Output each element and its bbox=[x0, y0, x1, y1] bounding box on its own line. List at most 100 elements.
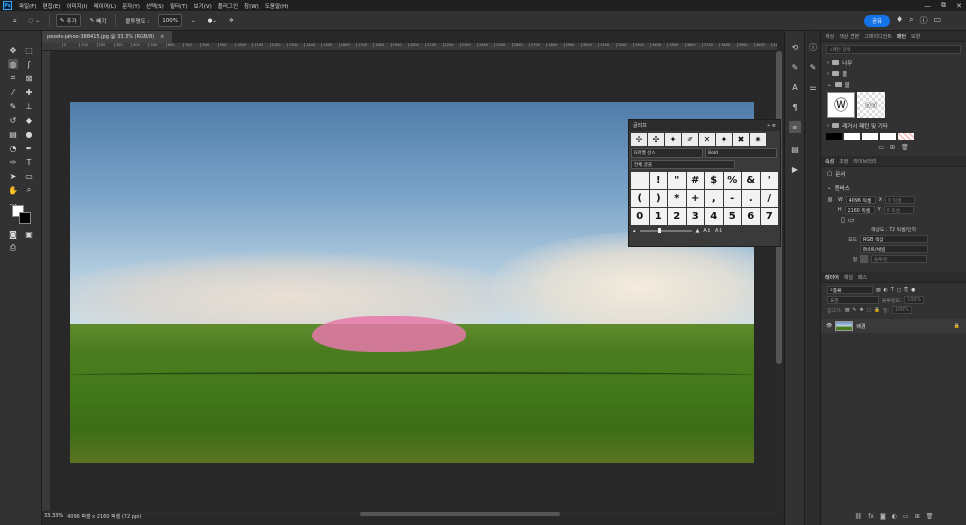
close-button[interactable]: ✕ bbox=[956, 2, 962, 10]
menu-image[interactable]: 이미지(I) bbox=[63, 2, 90, 10]
pattern-folder[interactable]: › 레거시 패턴 및 기타 bbox=[821, 120, 966, 131]
path-select-tool-icon[interactable]: ➤ bbox=[8, 171, 18, 181]
delete-layer-icon[interactable]: 🗑 bbox=[926, 513, 934, 520]
landscape-icon[interactable]: ▭ bbox=[848, 216, 855, 224]
glyph-cell[interactable]: 5 bbox=[723, 208, 741, 225]
height-field[interactable]: 2160 픽셀 bbox=[844, 206, 875, 214]
tab-color[interactable]: 색상 bbox=[825, 33, 834, 40]
new-pattern-icon[interactable]: ⊞ bbox=[890, 144, 895, 151]
lock-position-icon[interactable]: ✥ bbox=[859, 308, 863, 313]
menu-view[interactable]: 보기(V) bbox=[191, 2, 215, 10]
opacity-dropdown-icon[interactable]: ⌄ bbox=[188, 14, 199, 27]
move-tool-icon[interactable]: ✥ bbox=[8, 45, 18, 55]
tab-swatches[interactable]: 색상 견본 bbox=[839, 33, 859, 40]
document-tab[interactable]: pexels-jahoo-388415.jpg @ 33.3% (RGB/8) … bbox=[42, 31, 172, 43]
pen-alt-tool-icon[interactable]: ✑ bbox=[8, 157, 18, 167]
y-field[interactable]: 0 픽셀 bbox=[883, 206, 914, 214]
glyph-cell[interactable]: * bbox=[668, 190, 686, 207]
workspace-icon[interactable]: ▭ bbox=[934, 15, 942, 26]
zoom-tool-icon[interactable]: ⌕ bbox=[24, 185, 34, 195]
history-brush-tool-icon[interactable]: ↺ bbox=[8, 115, 18, 125]
opacity-field[interactable]: 100% bbox=[158, 14, 182, 27]
home-icon[interactable]: ⌂ bbox=[10, 14, 20, 27]
recent-glyph[interactable]: ✢ bbox=[631, 133, 647, 146]
healing-brush-tool-icon[interactable]: ✚ bbox=[24, 87, 34, 97]
screen-mode-icon[interactable]: ▣ bbox=[24, 229, 34, 239]
glyph-cell[interactable]: ' bbox=[760, 172, 778, 189]
tab-paths[interactable]: 패스 bbox=[858, 274, 867, 281]
tab-patterns[interactable]: 패턴 bbox=[897, 33, 906, 40]
lock-artboard-icon[interactable]: ⬚ bbox=[866, 308, 871, 313]
glyph-cell[interactable]: , bbox=[705, 190, 723, 207]
menu-type[interactable]: 문자(Y) bbox=[119, 2, 143, 10]
layer-kind-filter[interactable]: ⌕ 종류 bbox=[827, 286, 873, 294]
glyph-cell[interactable]: . bbox=[742, 190, 760, 207]
width-field[interactable]: 4096 픽셀 bbox=[845, 196, 876, 204]
pattern-folder[interactable]: › 풀 bbox=[821, 68, 966, 79]
add-to-selection-button[interactable]: ✎ 추가 bbox=[55, 14, 81, 27]
dodge-tool-icon[interactable]: ◔ bbox=[8, 143, 18, 153]
glyph-cell[interactable]: 3 bbox=[686, 208, 704, 225]
zoom-level[interactable]: 33.33% bbox=[44, 513, 63, 519]
background-color-swatch[interactable] bbox=[19, 212, 31, 224]
font-style-select[interactable]: Bold bbox=[705, 148, 777, 158]
tab-channels[interactable]: 채널 bbox=[844, 274, 853, 281]
crop-tool-icon[interactable]: ⌗ bbox=[8, 73, 18, 83]
adjust-panel-icon[interactable]: ⚌ bbox=[807, 81, 819, 93]
brush-panel-icon[interactable]: ✎ bbox=[807, 61, 819, 73]
clone-stamp-tool-icon[interactable]: ⊥ bbox=[24, 101, 34, 111]
new-layer-icon[interactable]: ⊞ bbox=[915, 513, 920, 520]
glyph-cell[interactable] bbox=[631, 172, 649, 189]
character-panel-icon[interactable]: A bbox=[789, 81, 801, 93]
x-field[interactable]: 0 픽셀 bbox=[885, 196, 916, 204]
glyph-cell[interactable]: % bbox=[723, 172, 741, 189]
glyph-cell[interactable]: " bbox=[668, 172, 686, 189]
link-layers-icon[interactable]: ⛓ bbox=[855, 513, 863, 520]
paragraph-panel-icon[interactable]: ¶ bbox=[789, 101, 801, 113]
eye-icon[interactable]: 👁 bbox=[826, 323, 832, 329]
glyph-fit-icon[interactable]: A↕ bbox=[703, 228, 711, 234]
glyph-cell[interactable]: 2 bbox=[668, 208, 686, 225]
glyph-cell[interactable]: ( bbox=[631, 190, 649, 207]
glyph-cell[interactable]: $ bbox=[705, 172, 723, 189]
layer-fill-field[interactable]: 100% bbox=[892, 306, 913, 314]
brush-tool-icon[interactable]: ✎ bbox=[8, 101, 18, 111]
recent-glyph[interactable]: ✕ bbox=[699, 133, 715, 146]
share-button[interactable]: 공유 bbox=[864, 15, 890, 27]
marquee-tool-icon[interactable]: ⬚ bbox=[24, 45, 34, 55]
bell-icon[interactable]: ♦ bbox=[896, 15, 903, 26]
recent-glyph[interactable]: ✷ bbox=[750, 133, 766, 146]
tab-close-icon[interactable]: × bbox=[160, 34, 164, 40]
filter-shape-icon[interactable]: ▢ bbox=[897, 288, 902, 293]
rectangle-tool-icon[interactable]: ▭ bbox=[24, 171, 34, 181]
recent-glyph[interactable]: ✦ bbox=[716, 133, 732, 146]
pattern-thumb[interactable]: ◎◎ bbox=[857, 92, 885, 118]
layer-opacity-field[interactable]: 100% bbox=[904, 296, 925, 304]
brush-settings-icon[interactable]: ✎ bbox=[789, 61, 801, 73]
add-mask-icon[interactable]: ◙ bbox=[880, 513, 886, 520]
glyph-cell[interactable]: 6 bbox=[742, 208, 760, 225]
quick-select-tool-icon[interactable]: ◍ bbox=[8, 59, 18, 69]
quick-mask-icon[interactable]: ◙ bbox=[8, 229, 18, 239]
swatch[interactable] bbox=[826, 133, 842, 140]
canvas-section-header[interactable]: ⌄ 캔버스 bbox=[821, 181, 966, 195]
menu-file[interactable]: 파일(F) bbox=[16, 2, 40, 10]
filter-smart-icon[interactable]: ⎘ bbox=[904, 287, 908, 293]
timeline-panel-icon[interactable]: ▤ bbox=[789, 143, 801, 155]
menu-select[interactable]: 선택(S) bbox=[143, 2, 167, 10]
small-mountain-icon[interactable]: ▴ bbox=[633, 228, 636, 234]
gradient-tool-icon[interactable]: ▤ bbox=[8, 129, 18, 139]
filter-pixel-icon[interactable]: ▨ bbox=[876, 288, 881, 293]
horizontal-ruler[interactable]: 0 100 200 300 400 500 600 700 800 900 1000 1100 1200… bbox=[42, 43, 777, 51]
hand-tool-icon[interactable]: ✋ bbox=[8, 185, 18, 195]
filter-type-icon[interactable]: T bbox=[891, 288, 894, 293]
glyph-category-select[interactable]: 전체 글꼴 bbox=[631, 160, 735, 169]
swatch[interactable] bbox=[880, 133, 896, 140]
lasso-tool-icon[interactable]: ʃ bbox=[24, 59, 34, 69]
restore-button[interactable]: ⧉ bbox=[941, 1, 946, 10]
font-family-select[interactable]: G마켓 산스 bbox=[631, 148, 703, 158]
tab-adjustments[interactable]: 조정 bbox=[839, 158, 848, 165]
glyph-size-icon[interactable]: A↕ bbox=[715, 228, 723, 234]
eyedropper-tool-icon[interactable]: ⁄ bbox=[8, 87, 18, 97]
menu-window[interactable]: 창(W) bbox=[241, 2, 262, 10]
